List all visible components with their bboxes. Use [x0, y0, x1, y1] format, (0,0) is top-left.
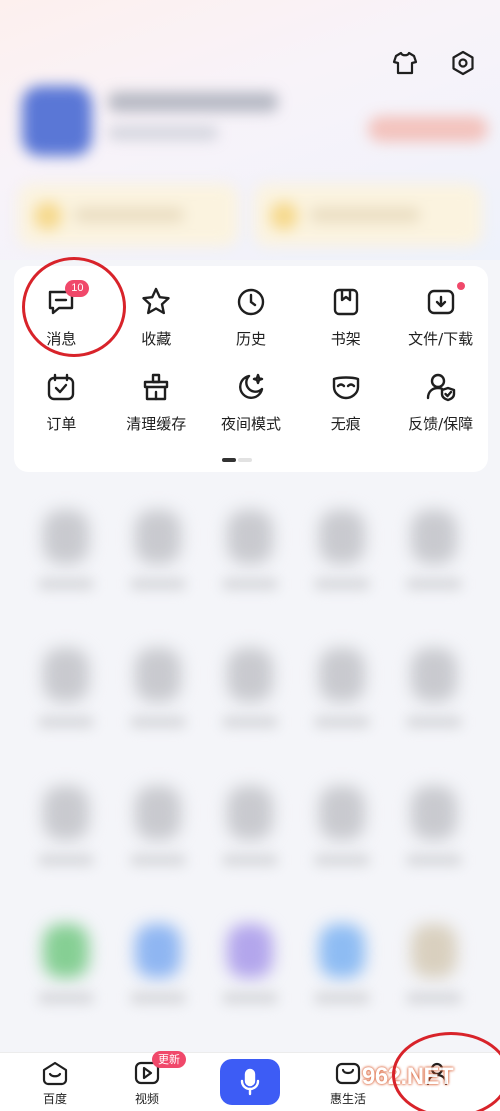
service-item[interactable] [204, 766, 296, 904]
service-item[interactable] [20, 766, 112, 904]
service-item[interactable] [204, 904, 296, 1042]
page-dot-active [222, 458, 236, 462]
video-update-badge: 更新 [152, 1051, 186, 1068]
user-shield-icon [423, 369, 459, 405]
service-item[interactable] [20, 904, 112, 1042]
service-item[interactable] [296, 490, 388, 628]
clock-icon [233, 284, 269, 320]
mask-icon [328, 369, 364, 405]
tool-label: 清理缓存 [126, 415, 187, 433]
broom-icon [138, 369, 174, 405]
service-item[interactable] [20, 628, 112, 766]
service-item[interactable] [20, 490, 112, 628]
settings-gear-icon[interactable] [444, 44, 482, 82]
tool-label: 书架 [330, 330, 361, 348]
tool-label: 历史 [235, 330, 266, 348]
tool-feedback[interactable]: 反馈/保障 [393, 369, 488, 434]
nav-label: 视频 [134, 1092, 159, 1106]
annotation-circle-messages [22, 257, 126, 357]
service-item[interactable] [112, 766, 204, 904]
avatar[interactable] [22, 86, 92, 156]
promo-card-left[interactable] [18, 184, 238, 246]
header-actions [386, 44, 482, 82]
tool-label: 无痕 [330, 415, 361, 433]
tool-label: 收藏 [141, 330, 172, 348]
nav-video[interactable]: 更新 视频 [112, 1051, 186, 1107]
service-item[interactable] [388, 490, 480, 628]
service-item[interactable] [296, 628, 388, 766]
tool-label: 反馈/保障 [408, 415, 474, 433]
microphone-icon [240, 1068, 260, 1096]
vip-button-placeholder[interactable] [368, 116, 488, 142]
nav-home[interactable]: 百度 [20, 1059, 90, 1107]
service-item[interactable] [296, 766, 388, 904]
shopping-bag-icon [333, 1059, 363, 1087]
star-icon [138, 284, 174, 320]
tool-bookshelf[interactable]: 书架 [298, 284, 393, 349]
page-dot [238, 458, 252, 462]
promo-card-right[interactable] [254, 184, 482, 246]
bookmark-icon [328, 284, 364, 320]
service-item[interactable] [112, 490, 204, 628]
tool-downloads[interactable]: 文件/下载 [393, 282, 488, 349]
tool-clear-cache[interactable]: 清理缓存 [109, 369, 204, 434]
nav-label: 百度 [42, 1092, 67, 1106]
service-item[interactable] [388, 904, 480, 1042]
service-item[interactable] [388, 628, 480, 766]
voice-search-button[interactable] [220, 1059, 280, 1105]
order-check-icon [43, 369, 79, 405]
service-item[interactable] [296, 904, 388, 1042]
service-item[interactable] [204, 490, 296, 628]
tool-night-mode[interactable]: 夜间模式 [204, 369, 299, 434]
service-item[interactable] [388, 766, 480, 904]
tool-history[interactable]: 历史 [204, 284, 299, 349]
download-icon [423, 282, 465, 320]
user-subtitle-placeholder [108, 126, 218, 140]
page-indicator [222, 458, 252, 462]
service-item[interactable] [204, 628, 296, 766]
service-item[interactable] [112, 628, 204, 766]
tool-label: 订单 [46, 415, 77, 433]
home-face-icon [40, 1059, 70, 1087]
username-placeholder [108, 92, 278, 112]
tool-label: 夜间模式 [220, 415, 281, 433]
annotation-circle-mine [392, 1032, 500, 1111]
new-dot [456, 282, 465, 290]
tool-orders[interactable]: 订单 [14, 369, 109, 434]
moon-icon [233, 369, 269, 405]
video-play-icon: 更新 [132, 1051, 186, 1087]
service-item[interactable] [112, 904, 204, 1042]
nav-label: 惠生活 [329, 1092, 366, 1106]
theme-shirt-icon[interactable] [386, 44, 424, 82]
tool-label: 文件/下载 [408, 330, 474, 348]
tool-incognito[interactable]: 无痕 [298, 369, 393, 434]
blurred-services-grid [20, 490, 480, 1042]
